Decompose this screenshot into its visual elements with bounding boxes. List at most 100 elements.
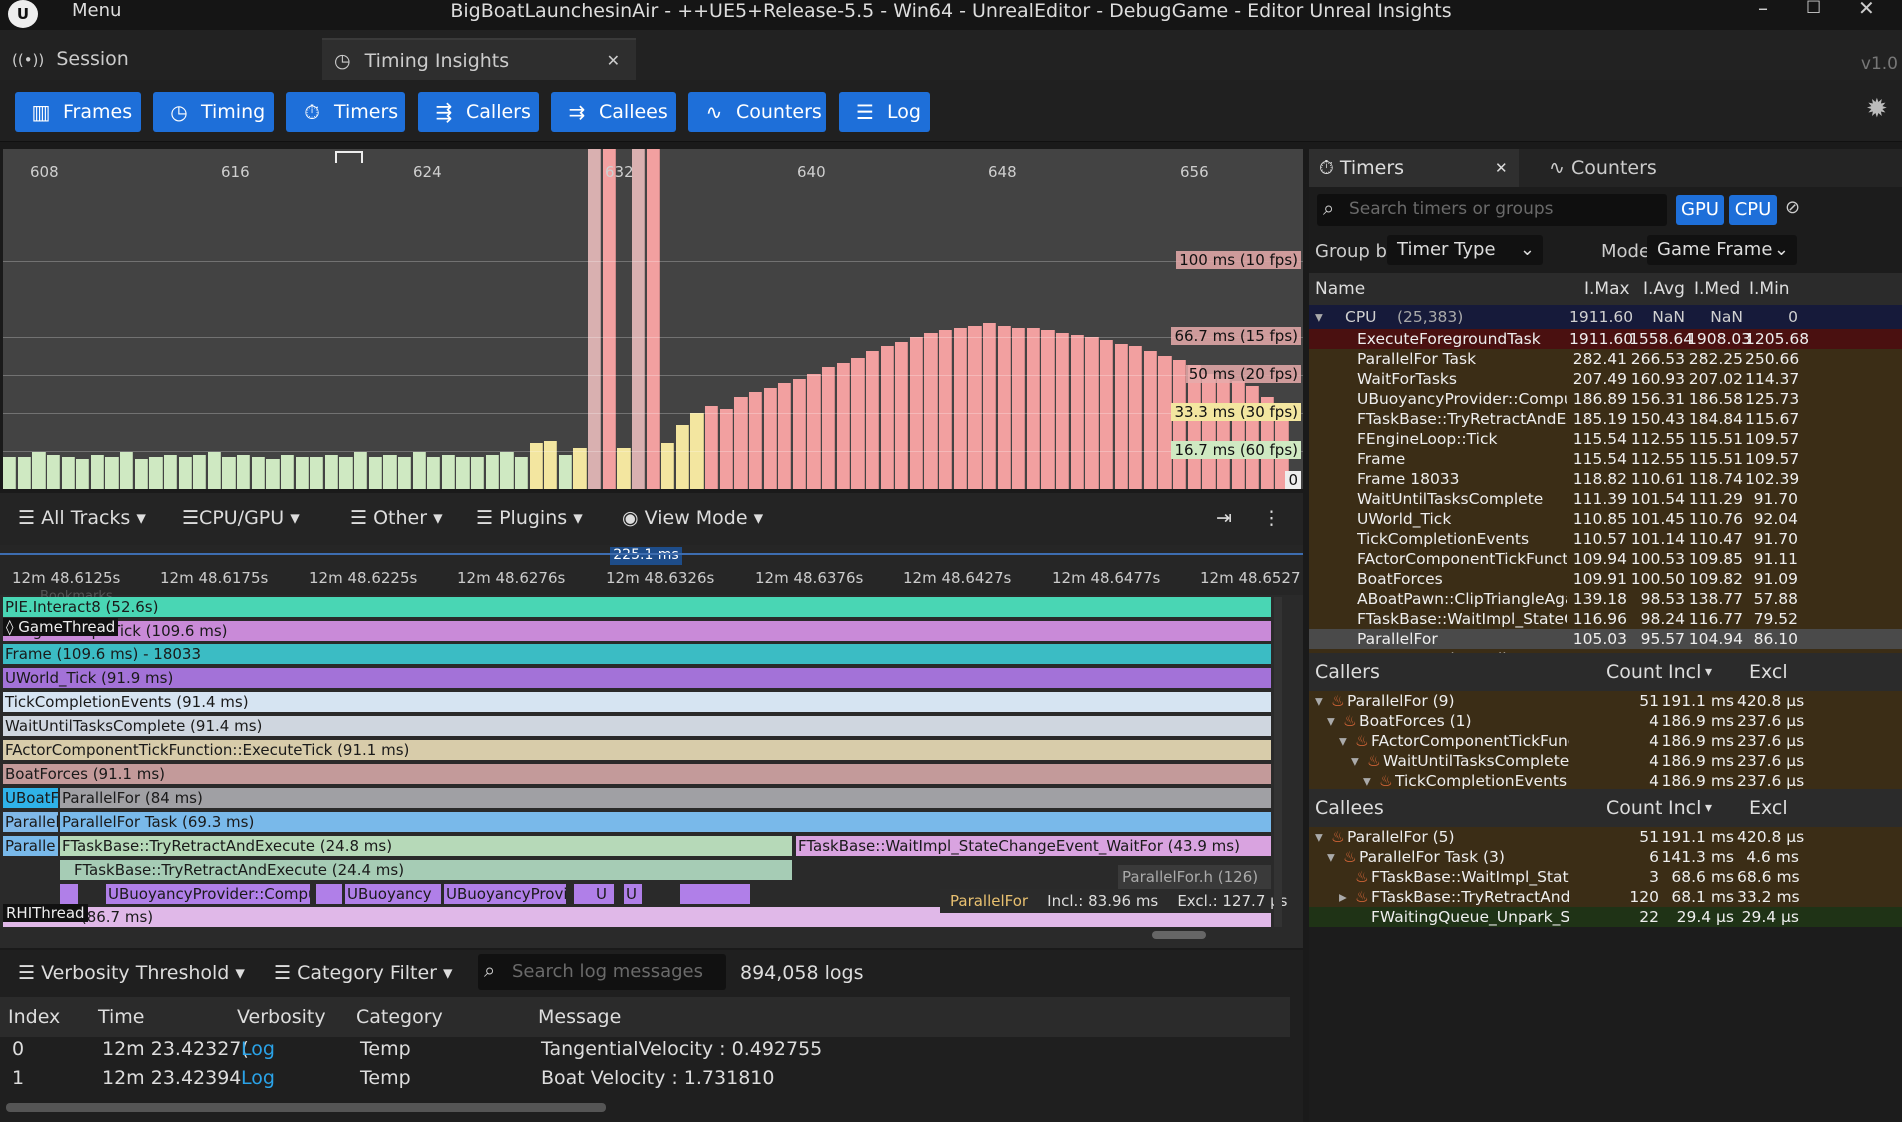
- track-event[interactable]: [60, 884, 78, 904]
- frame-bar[interactable]: [617, 447, 631, 489]
- expand-icon[interactable]: ▾: [1339, 731, 1347, 751]
- log-time[interactable]: 12m 23.42327(: [102, 1038, 249, 1060]
- filter-off-icon[interactable]: ⊘: [1785, 197, 1800, 218]
- frame-bar[interactable]: [17, 456, 31, 489]
- all-tracks-dropdown[interactable]: ☰ All Tracks ▾: [18, 507, 146, 529]
- track-event[interactable]: UBuoyancy: [345, 884, 441, 904]
- frame-bar[interactable]: [734, 397, 748, 489]
- track-event[interactable]: Parallel: [3, 812, 58, 832]
- track-event[interactable]: BoatForces (91.1 ms): [3, 764, 1271, 784]
- frame-bar[interactable]: [1114, 344, 1128, 489]
- frame-bar[interactable]: [558, 454, 573, 489]
- frame-bar[interactable]: [1216, 378, 1231, 489]
- frame-bar[interactable]: [1143, 351, 1158, 489]
- track-event[interactable]: PIE.Interact8 (52.6s): [3, 597, 1271, 617]
- log-index[interactable]: 1: [12, 1067, 24, 1089]
- timer-row[interactable]: ABoatPawn::ClipTriangleAgainstWate 139.18…: [1309, 589, 1902, 609]
- frame-bar[interactable]: [1099, 339, 1114, 489]
- frame-bar[interactable]: [1041, 330, 1055, 489]
- track-event[interactable]: UBuoyancyProvider::Compu: [106, 884, 310, 904]
- column-message[interactable]: Message: [538, 1006, 621, 1028]
- track-event[interactable]: FEngineLoop::Tick (109.6 ms): [3, 621, 1271, 641]
- frame-bar[interactable]: [865, 351, 880, 489]
- timer-row[interactable]: ParallelFor 105.03 95.57 104.94 86.10: [1309, 629, 1902, 649]
- log-index[interactable]: 0: [12, 1038, 24, 1060]
- track-event[interactable]: FTaskBase::WaitImpl_StateChangeEvent_Wai…: [796, 836, 1271, 856]
- tab-timing-insights[interactable]: ◷ Timing Insights ✕: [322, 38, 636, 80]
- frame-bar[interactable]: [544, 440, 558, 489]
- frame-bar[interactable]: [778, 383, 792, 489]
- column-count[interactable]: Count: [1606, 789, 1662, 827]
- expand-icon[interactable]: ▾: [1363, 771, 1371, 791]
- expand-icon[interactable]: ▸: [1339, 887, 1347, 907]
- counters-button[interactable]: ∿ Counters: [688, 92, 826, 132]
- time-ruler[interactable]: 225.1 ms 12m 48.6125s 12m 48.6175s 12m 4…: [0, 545, 1303, 604]
- frame-bar[interactable]: [529, 443, 543, 489]
- frame-bar[interactable]: [222, 456, 236, 489]
- cpu-toggle[interactable]: CPU: [1729, 195, 1777, 225]
- frame-bar[interactable]: [851, 357, 865, 489]
- timer-row[interactable]: FActorComponentTickFunction::Execu 109.94…: [1309, 549, 1902, 569]
- frames-button[interactable]: ▥ Frames: [15, 92, 141, 132]
- log-verbosity[interactable]: Log: [241, 1038, 275, 1060]
- track-event[interactable]: Paralle: [3, 836, 58, 856]
- column-med[interactable]: I.Med: [1694, 273, 1740, 305]
- log-verbosity[interactable]: Log: [241, 1067, 275, 1089]
- collapse-icon[interactable]: ▾: [1315, 305, 1323, 329]
- column-count[interactable]: Count: [1606, 653, 1662, 691]
- frame-bar[interactable]: [295, 456, 309, 489]
- frame-bar[interactable]: [675, 424, 690, 489]
- frame-bar[interactable]: [1129, 346, 1143, 489]
- frame-bar[interactable]: [427, 456, 441, 489]
- log-message[interactable]: Boat Velocity : 1.731810: [541, 1067, 774, 1089]
- mode-dropdown[interactable]: Game Frame ⌄: [1647, 235, 1797, 265]
- frame-bar[interactable]: [412, 452, 426, 489]
- expand-icon[interactable]: ▾: [1315, 691, 1323, 711]
- frame-bar[interactable]: [602, 149, 616, 489]
- frame-bar[interactable]: [397, 456, 412, 489]
- frame-bar[interactable]: [982, 323, 997, 489]
- frame-bar[interactable]: [646, 149, 660, 489]
- frames-panel[interactable]: 608 616 624 632 640 648 656 100 ms (10 f…: [3, 149, 1303, 489]
- column-excl[interactable]: Excl: [1749, 653, 1788, 691]
- frame-bar[interactable]: [836, 362, 850, 489]
- frame-bar[interactable]: [895, 341, 909, 489]
- track-event[interactable]: UBuoyancyProvi: [444, 884, 566, 904]
- frame-bar[interactable]: [500, 452, 514, 489]
- timers-search-input[interactable]: ⌕ Search timers or groups: [1317, 194, 1667, 226]
- plugins-dropdown[interactable]: ☰ Plugins ▾: [476, 507, 583, 529]
- timer-row[interactable]: Frame 18033 118.82 110.61 118.74 102.39: [1309, 469, 1902, 489]
- frame-bar[interactable]: [46, 454, 61, 489]
- column-incl[interactable]: Incl: [1668, 653, 1701, 691]
- column-max[interactable]: I.Max: [1584, 273, 1630, 305]
- tree-row[interactable]: ▾ ♨TickCompletionEvents (1) 4186.9 ms237.6…: [1309, 771, 1902, 791]
- frame-bar[interactable]: [178, 456, 192, 489]
- frame-bar[interactable]: [880, 346, 894, 489]
- timer-group-row[interactable]: ▾ CPU (25,383) 1911.60 NaN NaN 0: [1309, 305, 1902, 329]
- tree-row[interactable]: FWaitingQueue_Unpark_SignalWaitin(22 29.4…: [1309, 907, 1902, 927]
- tree-row[interactable]: ▾ ♨ ParallelFor (9) 51 191.1 ms 420.8 μs: [1309, 691, 1902, 711]
- frame-bar[interactable]: [149, 456, 163, 489]
- vertical-scrollbar[interactable]: [1274, 597, 1282, 927]
- tree-row[interactable]: ▾ ♨ ParallelFor Task (3) 6 141.3 ms 4.6 ms: [1309, 847, 1902, 867]
- tree-row[interactable]: ▾ ♨ ParallelFor (5) 51 191.1 ms 420.8 μs: [1309, 827, 1902, 847]
- frame-bar[interactable]: [32, 452, 46, 489]
- minimize-icon[interactable]: –: [1758, 0, 1768, 20]
- frame-bar[interactable]: [1187, 364, 1201, 489]
- frame-bar[interactable]: [120, 452, 134, 489]
- tree-row[interactable]: ▸ ♨FTaskBase::TryRetractAndExecute (4) 120…: [1309, 887, 1902, 907]
- frame-bar[interactable]: [310, 456, 324, 489]
- maximize-icon[interactable]: ☐: [1806, 0, 1821, 18]
- column-avg[interactable]: I.Avg: [1643, 273, 1685, 305]
- track-event[interactable]: ParallelFor Task (69.3 ms): [60, 812, 1271, 832]
- log-button[interactable]: ☰ Log: [839, 92, 930, 132]
- frame-bar[interactable]: [1026, 328, 1041, 489]
- close-tab-icon[interactable]: ✕: [607, 40, 620, 82]
- frame-bar[interactable]: [324, 454, 339, 489]
- frame-bar[interactable]: [471, 456, 485, 489]
- frame-bar[interactable]: [1246, 385, 1260, 489]
- frame-bar[interactable]: [61, 456, 75, 489]
- timer-row[interactable]: UBuoyancyProvider::ComputeForce 186.89156…: [1309, 389, 1902, 409]
- timer-row[interactable]: UWorld_Tick 110.85 101.45 110.76 92.04: [1309, 509, 1902, 529]
- column-index[interactable]: Index: [8, 1006, 60, 1028]
